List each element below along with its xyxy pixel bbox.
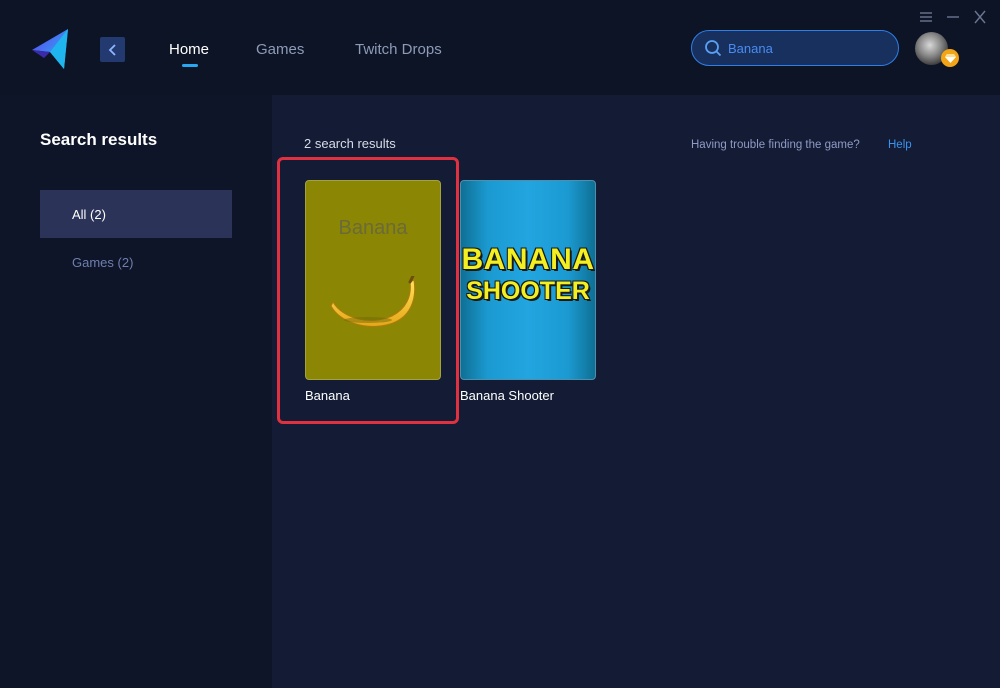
nav-active-indicator (182, 64, 198, 67)
nav-games[interactable]: Games (256, 41, 304, 58)
search-icon (705, 40, 722, 57)
menu-icon[interactable] (918, 10, 934, 24)
filter-games[interactable]: Games (2) (40, 238, 232, 286)
top-bar: Home Games Twitch Drops (0, 0, 1000, 95)
chevron-left-icon (108, 43, 116, 56)
help-prompt: Having trouble finding the game? (691, 139, 860, 151)
sidebar-title: Search results (40, 130, 158, 149)
cover-title-line2: SHOOTER (466, 277, 590, 305)
game-card-banana-shooter[interactable]: BANANA SHOOTER (460, 180, 596, 380)
cover-title-line1: BANANA (461, 243, 595, 276)
back-button[interactable] (100, 37, 125, 62)
selection-highlight (277, 157, 459, 424)
result-count: 2 search results (304, 136, 396, 151)
nav-twitch-drops[interactable]: Twitch Drops (355, 41, 442, 58)
minimize-icon[interactable] (945, 10, 961, 24)
nav-home[interactable]: Home (169, 41, 209, 58)
search-input[interactable] (728, 40, 888, 56)
vip-diamond-icon (941, 49, 959, 67)
sidebar (0, 95, 272, 688)
app-logo-icon (32, 29, 68, 69)
help-link[interactable]: Help (888, 139, 912, 151)
close-icon[interactable] (972, 10, 988, 24)
game-title-banana-shooter[interactable]: Banana Shooter (460, 388, 554, 403)
search-box[interactable] (691, 30, 899, 66)
filter-all[interactable]: All (2) (40, 190, 232, 238)
